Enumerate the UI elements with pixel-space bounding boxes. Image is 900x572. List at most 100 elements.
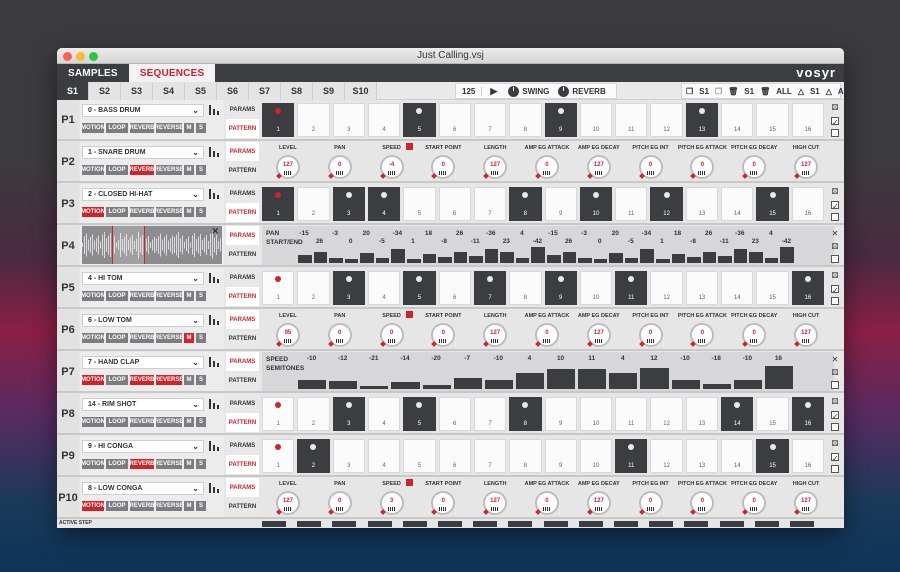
dice-icon[interactable]: ⚄ [832,439,839,449]
step-button[interactable]: 3 [332,103,365,137]
speed-bar[interactable] [453,378,482,389]
s-button[interactable]: S [196,333,206,343]
bars-icon[interactable] [209,105,221,115]
step-button[interactable]: 4 [367,439,401,473]
step-button[interactable]: 9 [544,397,577,431]
pan-bar[interactable] [640,249,654,263]
step-button[interactable]: 13 [685,187,719,221]
step-button[interactable]: 1 [262,397,295,431]
sample-select[interactable]: 1 - SNARE DRUM ⌄ [82,146,204,159]
checkbox-checked[interactable]: ✓ [831,453,839,463]
step-button[interactable]: 7 [473,397,507,431]
step-button[interactable]: 14 [721,187,754,221]
param-knob[interactable]: 3 [379,491,404,515]
step-button[interactable]: 4 [367,271,401,305]
bars-icon[interactable] [209,189,221,199]
param-knob[interactable]: 127 [794,491,819,515]
pan-bar[interactable] [484,248,499,263]
pan-bar[interactable] [531,247,545,263]
speed-bar[interactable] [578,368,607,389]
motion-button[interactable]: MOTION [81,207,105,217]
step-button[interactable]: 2 [297,271,330,305]
s-button[interactable]: S [196,501,206,511]
pan-bar[interactable] [313,251,328,263]
speed-bar[interactable] [298,380,327,389]
pattern-tab[interactable]: PATTERN [226,329,259,348]
speed-bar[interactable] [671,380,700,389]
pan-bar[interactable] [780,247,794,263]
step-button[interactable]: 13 [685,103,719,137]
speed-bar[interactable] [702,384,731,389]
step-button[interactable]: 15 [756,271,789,305]
checkbox[interactable] [831,465,839,473]
motion-button[interactable]: MOTION [81,333,105,343]
pan-bar[interactable] [344,259,359,263]
m-button[interactable]: M [184,375,194,385]
param-knob[interactable]: 0 [742,491,767,515]
waveform-display[interactable]: ✕ [82,226,222,264]
pan-bar[interactable] [671,253,686,263]
seq-tab-s4[interactable]: S4 [153,81,185,100]
pattern-tab[interactable]: PATTERN [226,245,259,264]
checkbox[interactable] [831,297,839,305]
motion-button[interactable]: MOTION [81,375,105,385]
pattern-tab[interactable]: PATTERN [226,287,259,306]
seq-tab-s8[interactable]: S8 [281,81,313,100]
pan-bar[interactable] [360,253,374,263]
pan-bar[interactable] [406,258,421,263]
close-icon[interactable]: ✕ [211,226,219,237]
reverse-button[interactable]: REVERSE [155,291,183,301]
checkbox[interactable] [831,129,839,137]
step-button[interactable]: 2 [297,187,330,221]
dice-icon[interactable]: ⚄ [832,187,839,197]
step-button[interactable]: 11 [615,103,648,137]
bars-icon[interactable] [209,399,221,409]
pan-bar[interactable] [547,254,561,263]
step-button[interactable]: 1 [262,187,295,221]
checkbox-checked[interactable]: ✓ [831,411,839,421]
tab-samples[interactable]: SAMPLES [57,64,129,82]
seq-tab-s3[interactable]: S3 [121,81,153,100]
param-knob[interactable]: 127 [275,155,300,179]
reverb-button[interactable]: REVERB [130,459,155,469]
pan-bar[interactable] [515,257,530,263]
step-button[interactable]: 16 [791,103,824,137]
params-tab[interactable]: PARAMS [226,184,259,203]
step-button[interactable]: 1 [262,103,295,137]
pattern-tab[interactable]: PATTERN [226,455,259,474]
step-button[interactable]: 5 [403,397,436,431]
step-button[interactable]: 13 [685,271,719,305]
pan-bar[interactable] [375,257,390,263]
step-button[interactable]: 4 [367,103,401,137]
step-button[interactable]: 12 [650,187,683,221]
seq-tab-s1[interactable]: S1 [57,81,89,100]
pan-bar[interactable] [469,255,483,263]
loop-button[interactable]: LOOP [106,123,128,133]
step-button[interactable]: 6 [438,187,471,221]
pan-bar[interactable] [453,251,468,263]
checkbox-checked[interactable]: ✓ [831,285,839,295]
pan-bar[interactable] [733,248,748,263]
m-button[interactable]: M [184,123,194,133]
param-knob[interactable]: 0 [690,323,715,347]
s-button[interactable]: S [196,417,206,427]
step-button[interactable]: 11 [615,397,648,431]
step-button[interactable]: 6 [438,271,471,305]
step-button[interactable]: 7 [473,103,507,137]
pan-bar[interactable] [298,254,312,263]
step-button[interactable]: 15 [756,397,789,431]
step-button[interactable]: 3 [332,397,365,431]
param-knob[interactable]: 0 [327,155,352,179]
m-button[interactable]: M [184,207,194,217]
sample-select[interactable]: 0 - BASS DRUM ⌄ [82,104,204,117]
step-button[interactable]: 7 [473,439,507,473]
motion-button[interactable]: MOTION [81,165,105,175]
step-button[interactable]: 5 [403,187,436,221]
params-tab[interactable]: PARAMS [226,100,259,119]
step-button[interactable]: 14 [721,103,754,137]
param-knob[interactable]: 127 [483,491,508,515]
close-icon[interactable]: ✕ [832,229,839,239]
seq-tab-s10[interactable]: S10 [345,81,377,100]
pattern-tab[interactable]: PATTERN [226,119,259,138]
dice-icon[interactable]: ⚄ [832,368,839,378]
